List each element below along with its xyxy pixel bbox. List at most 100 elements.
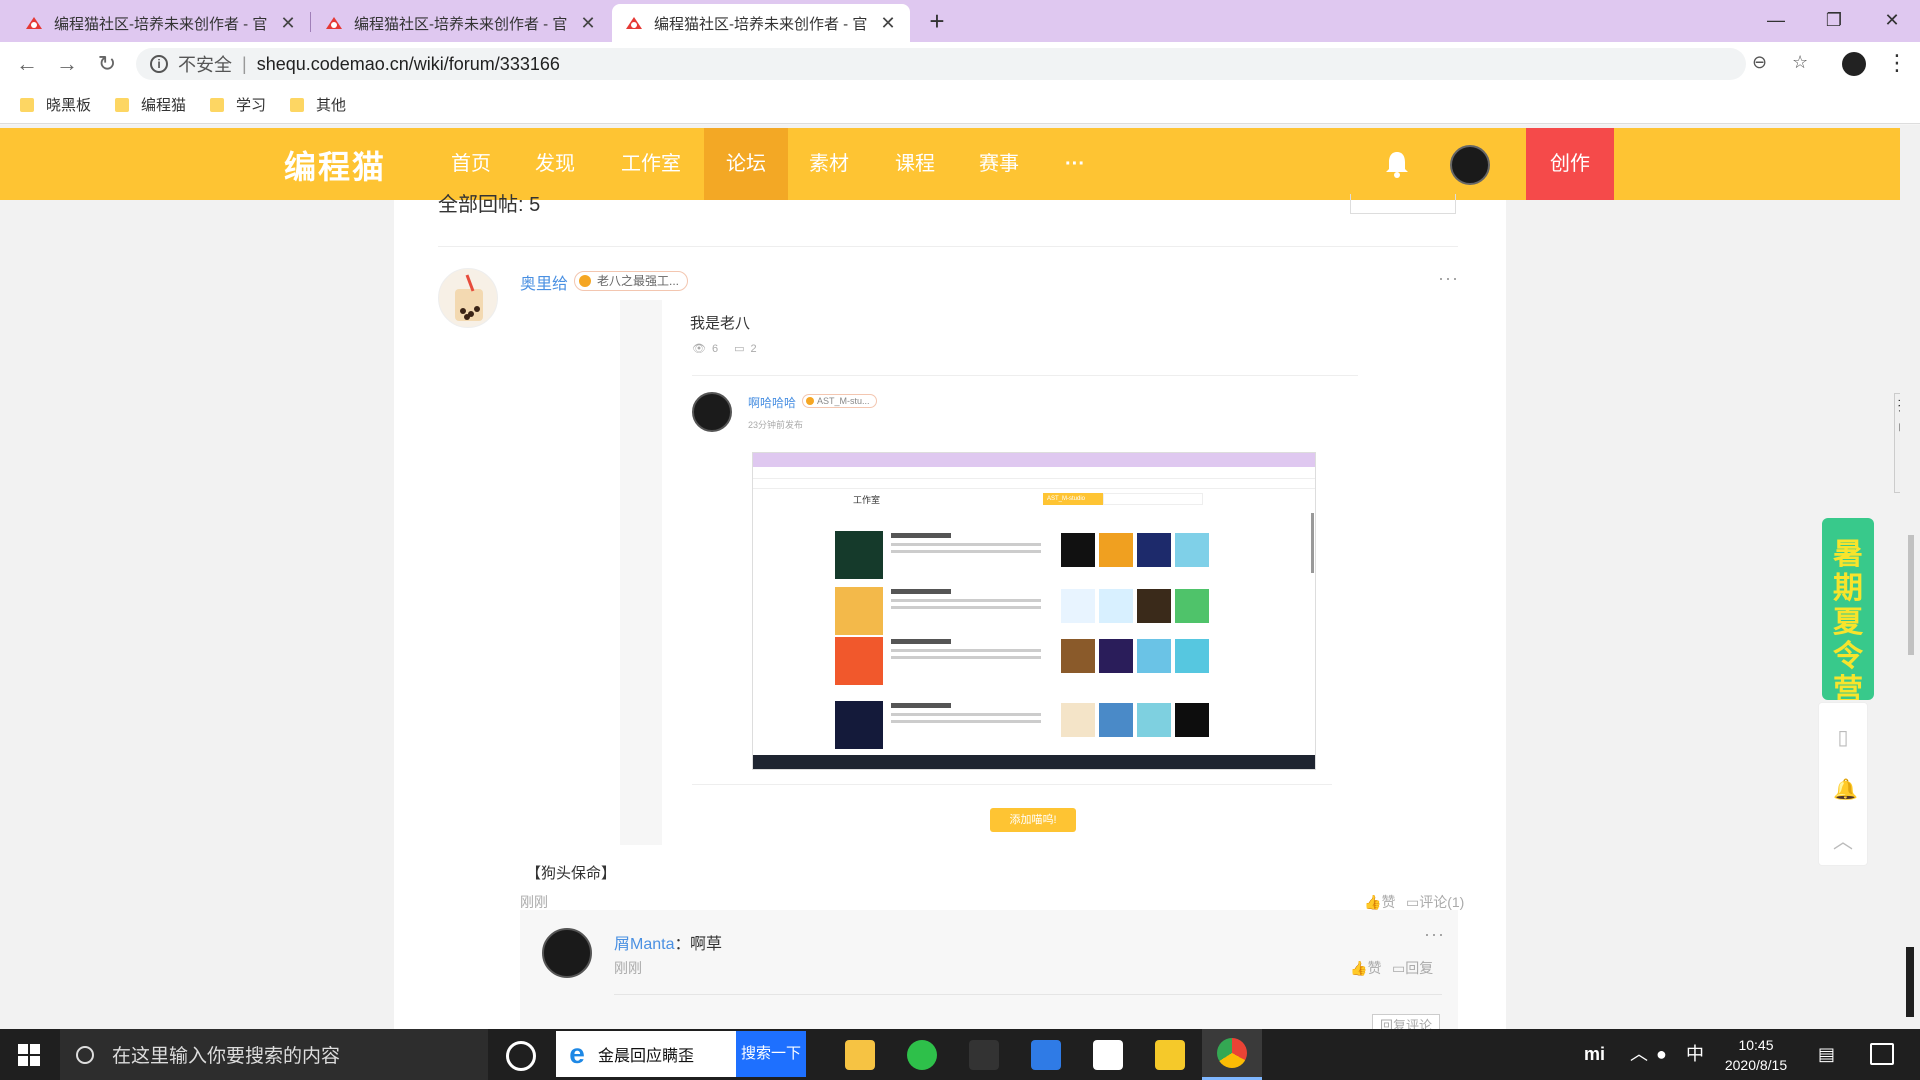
nav-forum[interactable]: 论坛 [704,128,788,200]
site-header: 编程猫 首页 发现 工作室 论坛 素材 课程 赛事 ··· 创作 ▲ [0,128,1912,200]
ie-search-query[interactable]: 金晨回应瞒歪 [598,1042,736,1066]
like-label: 赞 [1367,960,1382,976]
bubble-tea-icon [455,274,483,321]
text-line [891,656,1041,659]
omnibox[interactable]: i 不安全 | shequ.codemao.cn/wiki/forum/3331… [136,48,1746,80]
taskbar-app-bird[interactable] [954,1029,1014,1080]
work-thumbnail [1137,533,1171,567]
back-arrow-icon[interactable]: ← [12,49,42,79]
taskbar-app-feather[interactable] [1078,1029,1138,1080]
work-thumbnail [1137,589,1171,623]
reload-icon[interactable]: ↻ [92,49,122,79]
embed-quote-bar [620,300,662,845]
user-avatar[interactable] [1450,145,1490,185]
comment-author-text[interactable]: 屑Manta [614,936,674,953]
close-window-button[interactable]: ✕ [1864,0,1920,40]
sub-comment: 屑Manta： 啊草 ··· 刚刚 👍赞 ▭回复 回复评论 [520,910,1458,1029]
phone-icon[interactable]: ▯ [1833,725,1853,749]
embedded-screenshot-image: 工作室 AST_M-studio [752,452,1316,770]
mi-tray-icon[interactable]: mi [1584,1029,1605,1080]
taskbar-app-game[interactable] [1140,1029,1200,1080]
taskbar-clock[interactable]: 10:45 2020/8/15 [1716,1035,1796,1075]
comment-author-avatar[interactable] [542,928,592,978]
reply-like-button[interactable]: 👍赞 [1364,892,1395,912]
scrollbar-thumb[interactable] [1908,535,1914,655]
bookmark-label: 其他 [316,97,347,114]
maximize-button[interactable]: ❐ [1806,0,1862,40]
text-line [891,533,951,538]
profile-avatar-icon[interactable] [1842,52,1866,76]
browser-menu-icon[interactable]: ⋮ [1886,50,1908,76]
page-scrollbar[interactable] [1900,125,1920,1029]
tab-close-icon[interactable]: ✕ [578,13,598,34]
divider [438,246,1458,247]
reply-more-icon[interactable]: ··· [1438,268,1459,289]
sort-select[interactable] [1350,194,1456,214]
info-icon[interactable]: i [150,55,168,73]
comment-author-name[interactable]: 屑Manta： [614,930,691,954]
taskbar-app-blue[interactable] [1016,1029,1076,1080]
reply-author-name[interactable]: 奥里给 [520,270,568,294]
bookmark-folder[interactable]: 编程猫 [115,94,186,115]
reply-comment-button[interactable]: ▭评论(1) [1406,892,1464,912]
pinwheel-app-icon[interactable] [506,1041,536,1071]
taskbar-chrome[interactable] [1202,1029,1262,1080]
bookmark-folder[interactable]: 学习 [210,94,266,115]
nav-studio[interactable]: 工作室 [608,128,694,200]
summer-camp-promo-banner[interactable]: 暑期夏令营 [1822,518,1874,700]
tab-title: 编程猫社区-培养未来创作者 - 官 [54,15,268,33]
browser-tab-3-active[interactable]: 编程猫社区-培养未来创作者 - 官 ✕ [612,4,910,42]
ie-search-widget[interactable]: e 金晨回应瞒歪 搜索一下 [556,1031,806,1077]
taskbar-wechat[interactable] [892,1029,952,1080]
browser-tab-2[interactable]: 编程猫社区-培养未来创作者 - 官 ✕ [312,4,610,42]
wechat-icon [907,1039,937,1070]
embed-author-name: 啊哈哈哈 [748,396,797,410]
tab-close-icon[interactable]: ✕ [278,13,298,34]
folder-icon [20,97,34,112]
notification-bell-icon[interactable] [1384,150,1410,178]
screenshot-address-bar [753,467,1315,479]
screenshot-studio-row [835,697,1235,751]
site-logo[interactable]: 编程猫 [284,142,386,188]
browser-tab-strip: 编程猫社区-培养未来创作者 - 官 ✕ 编程猫社区-培养未来创作者 - 官 ✕ … [0,0,1920,42]
nav-courses[interactable]: 课程 [878,128,952,200]
embed-action-button: 添加喵呜! [990,808,1076,832]
nav-events[interactable]: 赛事 [962,128,1036,200]
work-thumbnail [1137,639,1171,673]
forward-arrow-icon[interactable]: → [52,49,82,79]
bookmark-star-icon[interactable]: ☆ [1792,52,1808,73]
tray-ime-mode[interactable]: 中 [1686,1029,1704,1080]
new-tab-button[interactable]: + [922,6,952,36]
work-thumbnail [1061,589,1095,623]
comment-reply-button[interactable]: ▭回复 [1392,958,1433,978]
nav-materials[interactable]: 素材 [792,128,866,200]
minimize-button[interactable]: — [1748,0,1804,40]
notes-icon[interactable]: ▤ [1818,1029,1835,1080]
reply-author-avatar[interactable] [438,268,498,328]
ie-search-button[interactable]: 搜索一下 [736,1031,806,1077]
bookmark-folder[interactable]: 晓黑板 [20,94,91,115]
reply-comment-button[interactable]: 回复评论 [1372,1014,1440,1029]
url-text[interactable]: shequ.codemao.cn/wiki/forum/333166 [257,54,560,75]
comment-more-icon[interactable]: ··· [1424,924,1445,945]
tab-close-icon[interactable]: ✕ [878,13,898,34]
zoom-icon[interactable]: ⊖ [1752,52,1767,73]
tray-ime-indicator-icon[interactable]: ● [1656,1029,1667,1080]
nav-more[interactable]: ··· [1040,128,1110,200]
work-thumbnail [1061,703,1095,737]
comment-like-button[interactable]: 👍赞 [1350,958,1381,978]
tray-expand-icon[interactable]: ︿ [1630,1029,1648,1080]
create-button[interactable]: 创作 [1526,128,1614,200]
bell-icon[interactable]: 🔔 [1833,777,1858,801]
taskbar-search-box[interactable]: 在这里输入你要搜索的内容 [60,1029,488,1080]
action-center-icon[interactable] [1870,1043,1894,1065]
screenshot-scrollbar [1311,513,1314,573]
taskbar-search-placeholder[interactable]: 在这里输入你要搜索的内容 [112,1041,340,1068]
back-to-top-icon[interactable]: ︿ [1833,825,1853,853]
browser-tab-1[interactable]: 编程猫社区-培养未来创作者 - 官 ✕ [12,4,310,42]
bookmark-folder[interactable]: 其他 [290,94,346,115]
taskbar-file-explorer[interactable] [830,1029,890,1080]
security-label[interactable]: 不安全 [178,51,232,77]
screenshot-taskbar [753,755,1315,769]
windows-start-icon[interactable] [18,1044,40,1066]
